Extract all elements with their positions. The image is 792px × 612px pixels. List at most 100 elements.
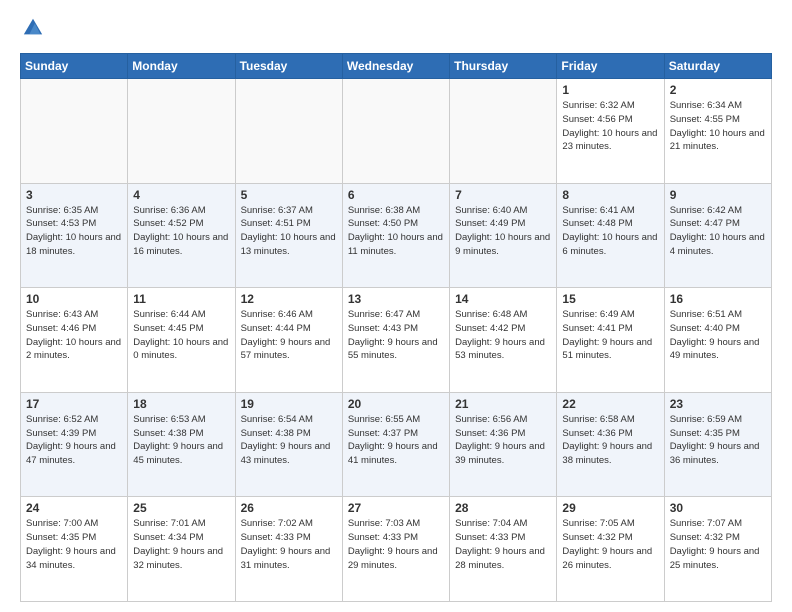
calendar-cell: 23 Sunrise: 6:59 AM Sunset: 4:35 PM Dayli… [664,392,771,497]
column-header-thursday: Thursday [450,54,557,79]
day-info: Sunrise: 6:59 AM Sunset: 4:35 PM Dayligh… [670,413,766,468]
calendar-cell [235,79,342,184]
day-number: 14 [455,292,551,306]
day-info: Sunrise: 6:54 AM Sunset: 4:38 PM Dayligh… [241,413,337,468]
day-number: 17 [26,397,122,411]
day-info: Sunrise: 6:47 AM Sunset: 4:43 PM Dayligh… [348,308,444,363]
day-info: Sunrise: 6:52 AM Sunset: 4:39 PM Dayligh… [26,413,122,468]
calendar-table: SundayMondayTuesdayWednesdayThursdayFrid… [20,53,772,602]
calendar-cell: 2 Sunrise: 6:34 AM Sunset: 4:55 PM Daylig… [664,79,771,184]
calendar-cell: 9Sunrise: 6:42 AM Sunset: 4:47 PM Daylig… [664,183,771,288]
calendar-cell: 6 Sunrise: 6:38 AM Sunset: 4:50 PM Daylig… [342,183,449,288]
day-info: Sunrise: 7:01 AM Sunset: 4:34 PM Dayligh… [133,517,229,572]
day-number: 23 [670,397,766,411]
day-number: 21 [455,397,551,411]
calendar-cell [128,79,235,184]
calendar-cell: 5 Sunrise: 6:37 AM Sunset: 4:51 PM Daylig… [235,183,342,288]
day-info: Sunrise: 6:43 AM Sunset: 4:46 PM Dayligh… [26,308,122,363]
calendar-cell [342,79,449,184]
calendar-cell: 17 Sunrise: 6:52 AM Sunset: 4:39 PM Dayli… [21,392,128,497]
calendar-cell: 3Sunrise: 6:35 AM Sunset: 4:53 PM Daylig… [21,183,128,288]
day-number: 13 [348,292,444,306]
calendar-week-5: 24 Sunrise: 7:00 AM Sunset: 4:35 PM Dayli… [21,497,772,602]
day-number: 11 [133,292,229,306]
day-number: 2 [670,83,766,97]
day-info: Sunrise: 6:55 AM Sunset: 4:37 PM Dayligh… [348,413,444,468]
calendar-cell: 4 Sunrise: 6:36 AM Sunset: 4:52 PM Daylig… [128,183,235,288]
day-number: 27 [348,501,444,515]
day-number: 28 [455,501,551,515]
day-number: 19 [241,397,337,411]
header [20,16,772,43]
day-info: Sunrise: 7:00 AM Sunset: 4:35 PM Dayligh… [26,517,122,572]
day-number: 20 [348,397,444,411]
calendar-cell: 22 Sunrise: 6:58 AM Sunset: 4:36 PM Dayli… [557,392,664,497]
day-number: 4 [133,188,229,202]
calendar-cell: 13 Sunrise: 6:47 AM Sunset: 4:43 PM Dayli… [342,288,449,393]
day-info: Sunrise: 6:38 AM Sunset: 4:50 PM Dayligh… [348,204,444,259]
day-number: 1 [562,83,658,97]
calendar-cell: 7 Sunrise: 6:40 AM Sunset: 4:49 PM Daylig… [450,183,557,288]
day-info: Sunrise: 7:03 AM Sunset: 4:33 PM Dayligh… [348,517,444,572]
page: SundayMondayTuesdayWednesdayThursdayFrid… [0,0,792,612]
day-info: Sunrise: 6:32 AM Sunset: 4:56 PM Dayligh… [562,99,658,154]
day-info: Sunrise: 6:53 AM Sunset: 4:38 PM Dayligh… [133,413,229,468]
calendar-cell: 24 Sunrise: 7:00 AM Sunset: 4:35 PM Dayli… [21,497,128,602]
day-info: Sunrise: 6:36 AM Sunset: 4:52 PM Dayligh… [133,204,229,259]
calendar-cell [450,79,557,184]
calendar-cell: 27 Sunrise: 7:03 AM Sunset: 4:33 PM Dayli… [342,497,449,602]
logo-icon [22,16,44,38]
day-info: Sunrise: 6:51 AM Sunset: 4:40 PM Dayligh… [670,308,766,363]
calendar-cell: 15 Sunrise: 6:49 AM Sunset: 4:41 PM Dayli… [557,288,664,393]
day-info: Sunrise: 6:34 AM Sunset: 4:55 PM Dayligh… [670,99,766,154]
day-number: 24 [26,501,122,515]
day-info: Sunrise: 6:46 AM Sunset: 4:44 PM Dayligh… [241,308,337,363]
day-info: Sunrise: 6:49 AM Sunset: 4:41 PM Dayligh… [562,308,658,363]
day-info: Sunrise: 6:41 AM Sunset: 4:48 PM Dayligh… [562,204,658,259]
calendar-cell: 10Sunrise: 6:43 AM Sunset: 4:46 PM Dayli… [21,288,128,393]
column-header-wednesday: Wednesday [342,54,449,79]
day-info: Sunrise: 6:56 AM Sunset: 4:36 PM Dayligh… [455,413,551,468]
calendar-header-row: SundayMondayTuesdayWednesdayThursdayFrid… [21,54,772,79]
column-header-sunday: Sunday [21,54,128,79]
calendar-cell [21,79,128,184]
day-info: Sunrise: 7:02 AM Sunset: 4:33 PM Dayligh… [241,517,337,572]
column-header-monday: Monday [128,54,235,79]
calendar-cell: 30 Sunrise: 7:07 AM Sunset: 4:32 PM Dayli… [664,497,771,602]
calendar-cell: 21 Sunrise: 6:56 AM Sunset: 4:36 PM Dayli… [450,392,557,497]
day-number: 9 [670,188,766,202]
day-info: Sunrise: 6:40 AM Sunset: 4:49 PM Dayligh… [455,204,551,259]
calendar-cell: 1 Sunrise: 6:32 AM Sunset: 4:56 PM Daylig… [557,79,664,184]
day-number: 15 [562,292,658,306]
day-info: Sunrise: 6:58 AM Sunset: 4:36 PM Dayligh… [562,413,658,468]
calendar-cell: 11 Sunrise: 6:44 AM Sunset: 4:45 PM Dayli… [128,288,235,393]
day-number: 5 [241,188,337,202]
day-info: Sunrise: 7:07 AM Sunset: 4:32 PM Dayligh… [670,517,766,572]
day-info: Sunrise: 7:04 AM Sunset: 4:33 PM Dayligh… [455,517,551,572]
day-number: 25 [133,501,229,515]
calendar-cell: 26 Sunrise: 7:02 AM Sunset: 4:33 PM Dayli… [235,497,342,602]
day-info: Sunrise: 6:48 AM Sunset: 4:42 PM Dayligh… [455,308,551,363]
day-number: 22 [562,397,658,411]
day-number: 30 [670,501,766,515]
calendar-week-4: 17 Sunrise: 6:52 AM Sunset: 4:39 PM Dayli… [21,392,772,497]
day-number: 18 [133,397,229,411]
calendar-cell: 12 Sunrise: 6:46 AM Sunset: 4:44 PM Dayli… [235,288,342,393]
calendar-cell: 18 Sunrise: 6:53 AM Sunset: 4:38 PM Dayli… [128,392,235,497]
column-header-saturday: Saturday [664,54,771,79]
day-number: 7 [455,188,551,202]
column-header-tuesday: Tuesday [235,54,342,79]
day-number: 6 [348,188,444,202]
day-number: 29 [562,501,658,515]
calendar-cell: 29Sunrise: 7:05 AM Sunset: 4:32 PM Dayli… [557,497,664,602]
day-info: Sunrise: 6:37 AM Sunset: 4:51 PM Dayligh… [241,204,337,259]
calendar-cell: 25 Sunrise: 7:01 AM Sunset: 4:34 PM Dayli… [128,497,235,602]
day-info: Sunrise: 6:35 AM Sunset: 4:53 PM Dayligh… [26,204,122,259]
day-info: Sunrise: 6:44 AM Sunset: 4:45 PM Dayligh… [133,308,229,363]
day-number: 26 [241,501,337,515]
day-number: 12 [241,292,337,306]
calendar-cell: 8Sunrise: 6:41 AM Sunset: 4:48 PM Daylig… [557,183,664,288]
calendar-cell: 14 Sunrise: 6:48 AM Sunset: 4:42 PM Dayli… [450,288,557,393]
calendar-cell: 19 Sunrise: 6:54 AM Sunset: 4:38 PM Dayli… [235,392,342,497]
calendar-cell: 16Sunrise: 6:51 AM Sunset: 4:40 PM Dayli… [664,288,771,393]
